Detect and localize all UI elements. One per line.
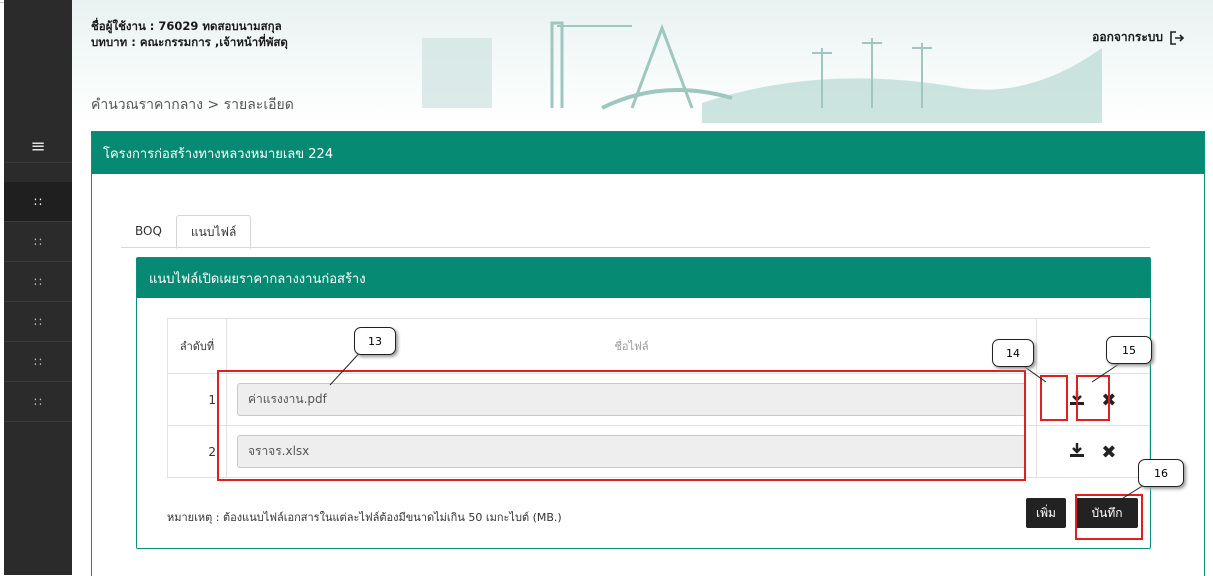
- callout-13-label: 13: [354, 327, 396, 355]
- callout-15-label: 15: [1106, 336, 1152, 364]
- callout-16-label: 16: [1138, 459, 1184, 487]
- callout-leader-lines: [329, 347, 1156, 501]
- callout-14-label: 14: [992, 339, 1034, 367]
